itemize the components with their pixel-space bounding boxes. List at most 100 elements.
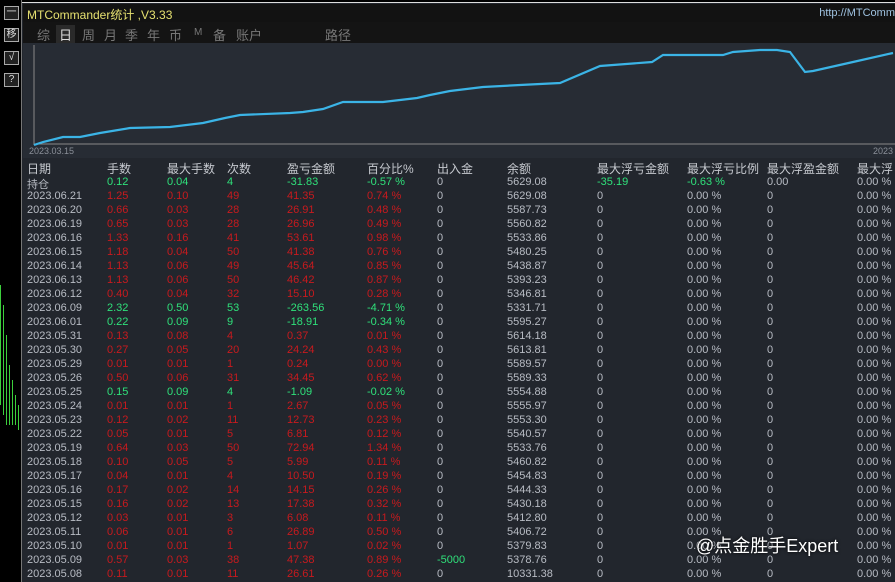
cell-balance: 5589.33 — [507, 372, 547, 384]
column-header-count[interactable]: 次数 — [227, 160, 251, 177]
tab-m[interactable]: M — [194, 27, 202, 38]
cell-date: 2023.05.12 — [27, 512, 83, 524]
column-header-max-float-loss-pct[interactable]: 最大浮亏比例 — [687, 160, 759, 177]
cell-max-float-profit: 0 — [767, 260, 774, 272]
table-row[interactable]: 2023.06.14 1.13 0.06 49 45.64 0.85 % 0 5438.87 0… — [23, 260, 895, 274]
table-row[interactable]: 2023.06.16 1.33 0.16 41 53.61 0.98 % 0 5533.86 0… — [23, 232, 895, 246]
column-header-balance[interactable]: 余额 — [507, 160, 531, 177]
open-positions-row[interactable]: 持仓 0.12 0.04 4 -31.83 -0.57 % 0 5629.08 -35.19 -0… — [23, 176, 895, 191]
table-row[interactable]: 2023.05.25 0.15 0.09 4 -1.09 -0.02 % 0 5554.88 0… — [23, 386, 895, 400]
table-row[interactable]: 2023.05.22 0.05 0.01 5 6.81 0.12 % 0 5540.57 0 0.… — [23, 428, 895, 442]
cell-profit: 1.07 — [287, 540, 309, 552]
cell-max-float-profit-pct: 0.00 % — [857, 204, 892, 216]
column-header-profit[interactable]: 盈亏金额 — [287, 160, 335, 177]
table-row[interactable]: 2023.05.30 0.27 0.05 20 24.24 0.43 % 0 5613.81 0… — [23, 344, 895, 358]
cell-profit: 41.35 — [287, 190, 315, 202]
check-button[interactable]: √ — [4, 51, 19, 65]
cell-deposit: 0 — [437, 260, 444, 272]
cell-balance: 5533.86 — [507, 232, 547, 244]
cell-percent: 0.28 % — [367, 288, 402, 300]
cell-max-float-profit: 0 — [767, 386, 774, 398]
column-header-deposit[interactable]: 出入金 — [437, 160, 473, 177]
tab-path[interactable]: 路径 — [325, 25, 351, 44]
table-row[interactable]: 2023.05.17 0.04 0.01 4 10.50 0.19 % 0 5454.83 0 0… — [23, 470, 895, 484]
cell-max-float-profit: 0 — [767, 442, 774, 454]
tab-notes[interactable]: 备 — [213, 25, 226, 44]
table-row[interactable]: 2023.06.13 1.13 0.06 50 46.42 0.87 % 0 5393.23 0… — [23, 274, 895, 288]
column-header-max-lots[interactable]: 最大手数 — [167, 160, 215, 177]
table-row[interactable]: 2023.05.19 0.64 0.03 50 72.94 1.34 % 0 5533.76 0… — [23, 442, 895, 456]
cell-percent: 1.34 % — [367, 442, 402, 454]
table-row[interactable]: 2023.05.31 0.13 0.08 4 0.37 0.01 % 0 5614.18 0 0.… — [23, 330, 895, 344]
table-row[interactable]: 2023.06.19 0.65 0.03 28 26.96 0.49 % 0 5560.82 0… — [23, 218, 895, 232]
cell-max-lots: 0.08 — [167, 330, 189, 342]
cell-max-lots: 0.09 — [167, 316, 189, 328]
cell-max-lots: 0.06 — [167, 274, 189, 286]
table-row[interactable]: 2023.05.15 0.16 0.02 13 17.38 0.32 % 0 5430.18 0… — [23, 498, 895, 512]
move-button[interactable]: 移 — [4, 28, 19, 42]
cell-count: 1 — [227, 540, 234, 552]
cell-max-float-profit: 0 — [767, 372, 774, 384]
cell-max-float-loss: 0 — [597, 442, 604, 454]
cell-profit: -18.91 — [287, 316, 319, 328]
table-row[interactable]: 2023.05.24 0.01 0.01 1 2.67 0.05 % 0 5555.97 0 0.… — [23, 400, 895, 414]
cell-max-lots: 0.03 — [167, 442, 189, 454]
tab-account[interactable]: 账户 — [236, 25, 262, 44]
table-row[interactable]: 2023.05.29 0.01 0.01 1 0.24 0.00 % 0 5589.57 0 0.… — [23, 358, 895, 372]
cell-date: 2023.06.14 — [27, 260, 83, 272]
cell-max-lots: 0.04 — [167, 176, 189, 188]
cell-date: 2023.05.08 — [27, 568, 83, 580]
cell-max-float-loss: 0 — [597, 428, 604, 440]
table-row[interactable]: 2023.06.21 1.25 0.10 49 41.35 0.74 % 0 5629.08 0… — [23, 190, 895, 204]
column-header-lots[interactable]: 手数 — [107, 160, 131, 177]
cell-count: 20 — [227, 344, 240, 356]
cell-percent: 0.89 % — [367, 554, 402, 566]
column-header-date[interactable]: 日期 — [27, 160, 51, 177]
table-row[interactable]: 2023.06.12 0.40 0.04 32 15.10 0.28 % 0 5346.81 0… — [23, 288, 895, 302]
cell-max-lots: 0.05 — [167, 456, 189, 468]
tab-summary[interactable]: 综 — [37, 25, 50, 44]
cell-balance: 5331.71 — [507, 302, 547, 314]
cell-count: 50 — [227, 442, 240, 454]
column-header-max-float-profit[interactable]: 最大浮盈金额 — [767, 160, 839, 177]
cell-max-float-loss: 0 — [597, 204, 604, 216]
minimize-button[interactable]: 一 — [4, 6, 19, 20]
cell-date: 2023.05.22 — [27, 428, 83, 440]
cell-max-float-profit: 0 — [767, 428, 774, 440]
cell-max-lots: 0.02 — [167, 498, 189, 510]
cell-profit: 26.89 — [287, 526, 315, 538]
table-row[interactable]: 2023.06.09 2.32 0.50 53 -263.56 -4.71 % 0 5331.… — [23, 302, 895, 316]
table-row[interactable]: 2023.05.26 0.50 0.06 31 34.45 0.62 % 0 5589.33 0… — [23, 372, 895, 386]
cell-date: 2023.05.25 — [27, 386, 83, 398]
cell-deposit: 0 — [437, 428, 444, 440]
balance-line — [33, 48, 894, 147]
table-row[interactable]: 2023.05.23 0.12 0.02 11 12.73 0.23 % 0 5553.30 0… — [23, 414, 895, 428]
column-header-max-float-profit-pct[interactable]: 最大浮 — [857, 160, 893, 177]
table-row[interactable]: 2023.05.08 0.11 0.01 11 26.61 0.26 % 0 10331.38… — [23, 568, 895, 582]
cell-balance: 10331.38 — [507, 568, 553, 580]
cell-percent: 0.11 % — [367, 456, 401, 468]
table-row[interactable]: 2023.06.20 0.66 0.03 28 26.91 0.48 % 0 5587.73 0… — [23, 204, 895, 218]
cell-max-float-loss: 0 — [597, 414, 604, 426]
column-header-percent[interactable]: 百分比% — [367, 160, 414, 177]
tab-quarterly[interactable]: 季 — [125, 25, 138, 44]
tab-yearly[interactable]: 年 — [147, 25, 160, 44]
table-row[interactable]: 2023.06.01 0.22 0.09 9 -18.91 -0.34 % 0 5595.27… — [23, 316, 895, 330]
tab-monthly[interactable]: 月 — [104, 25, 117, 44]
tab-weekly[interactable]: 周 — [82, 25, 95, 44]
tab-currency[interactable]: 币 — [169, 25, 182, 44]
cell-count: 4 — [227, 330, 234, 342]
tab-daily[interactable]: 日 — [56, 25, 76, 44]
cell-profit: 2.67 — [287, 400, 309, 412]
table-row[interactable]: 2023.05.16 0.17 0.02 14 14.15 0.26 % 0 5444.33 0… — [23, 484, 895, 498]
table-row[interactable]: 2023.06.15 1.18 0.04 50 41.38 0.76 % 0 5480.25 0… — [23, 246, 895, 260]
website-link[interactable]: http://MTComm — [819, 7, 895, 19]
cell-max-float-profit-pct: 0.00 % — [857, 358, 892, 370]
cell-max-float-profit-pct: 0.00 % — [857, 484, 892, 496]
help-button[interactable]: ? — [4, 73, 19, 87]
column-header-max-float-loss[interactable]: 最大浮亏金额 — [597, 160, 669, 177]
table-row[interactable]: 2023.05.18 0.10 0.05 5 5.99 0.11 % 0 5460.82 0 0.… — [23, 456, 895, 470]
cell-date: 2023.06.16 — [27, 232, 83, 244]
cell-date: 2023.06.13 — [27, 274, 83, 286]
table-row[interactable]: 2023.05.12 0.03 0.01 3 6.08 0.11 % 0 5412.80 0 0.… — [23, 512, 895, 526]
